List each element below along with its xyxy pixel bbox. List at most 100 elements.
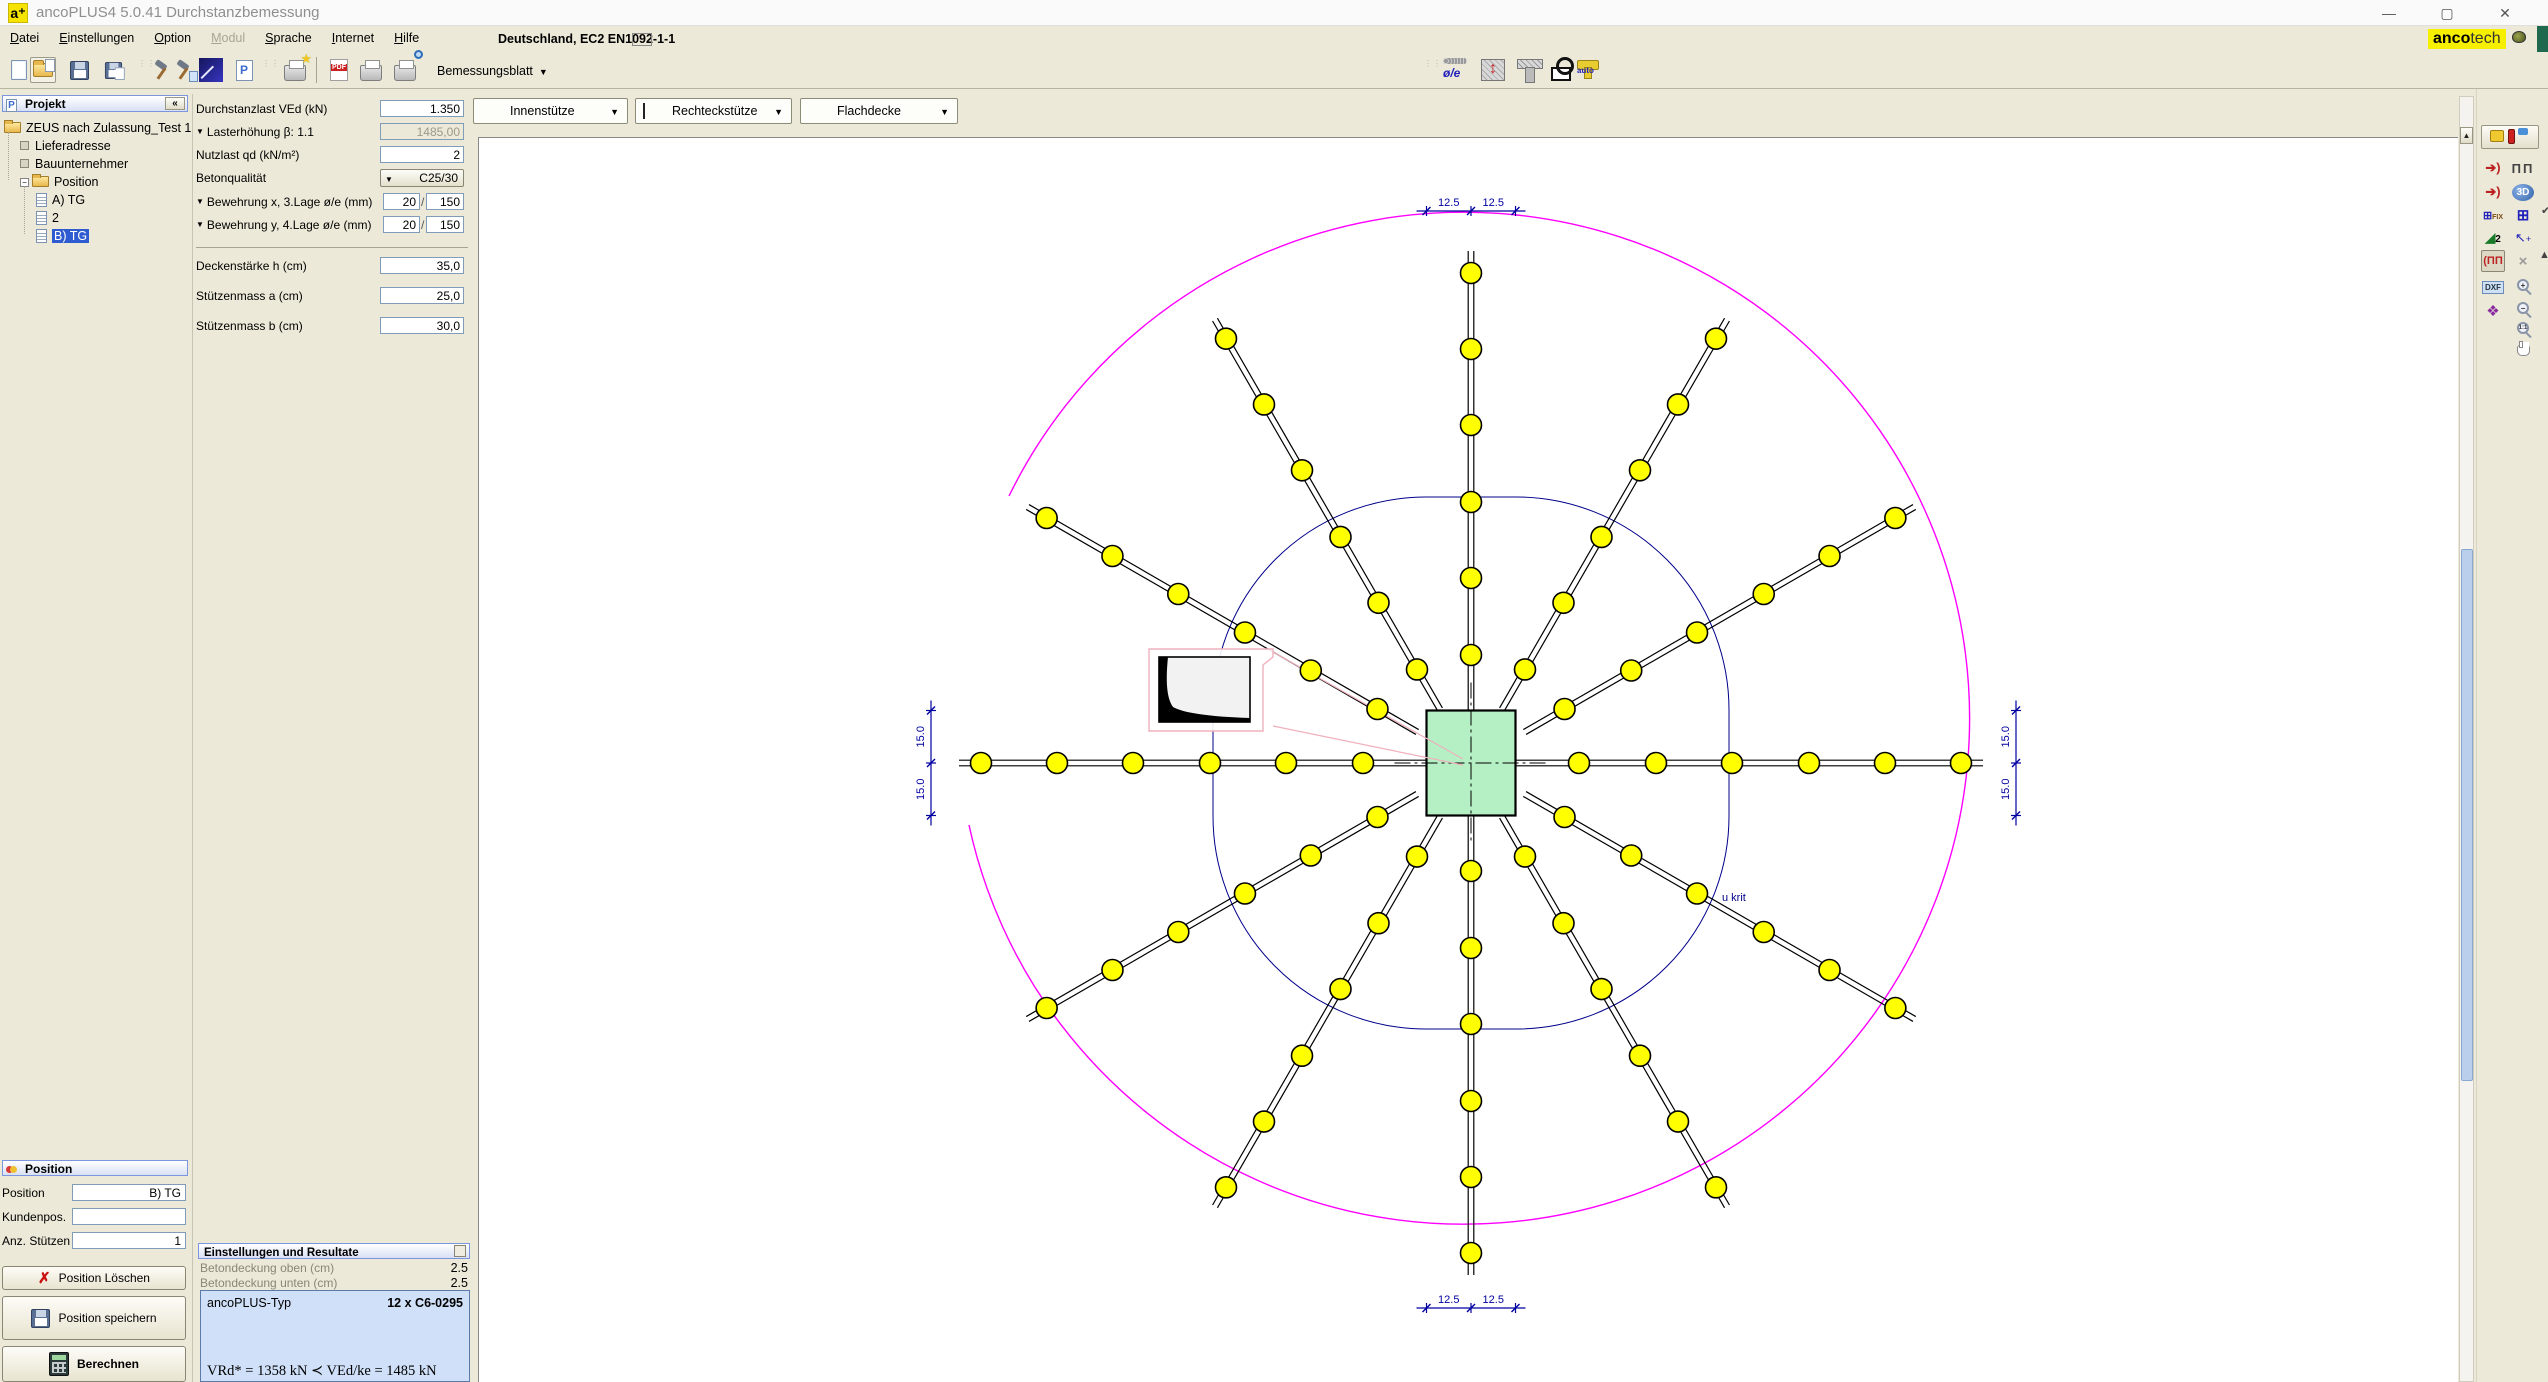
save-as-icon[interactable] [100,57,126,83]
form-input-5-dia[interactable]: 20 [383,216,420,233]
selector-rechteckstütze[interactable]: Rechteckstütze▼ [635,98,792,124]
form-input-4-spacing[interactable]: 150 [426,193,464,210]
scrollbar-thumb[interactable] [2461,549,2473,1081]
insert-rail-alt-icon[interactable]: ➔) [2481,181,2505,203]
stud [1407,846,1428,867]
stud [1461,568,1482,589]
maximize-button[interactable]: ▢ [2425,0,2469,26]
form-label-8: Stützenmass b (cm) [196,319,303,333]
print-icon[interactable] [358,57,384,83]
move-origin-icon[interactable]: ↖+ [2511,227,2535,249]
check-glyph: ✔ [2541,204,2548,217]
stud [1300,660,1321,681]
tree-item-b-tg[interactable]: B) TG [36,229,89,246]
tree-item-zeus-nach-zulassung-test-1[interactable]: ZEUS nach Zulassung_Test 1 [4,121,191,138]
menu-internet[interactable]: Internet [322,26,384,52]
column-section-icon[interactable] [1514,57,1544,83]
zoom-actual-icon[interactable]: 1:1 [2511,317,2535,339]
hammer-edit-icon[interactable] [172,57,198,83]
grid-icon[interactable]: ⊞ [2511,204,2535,226]
berechnen-button[interactable]: Berechnen [2,1346,186,1382]
rails-top-view-icon[interactable]: ΠΠ [2511,157,2535,179]
position-l-schen-button[interactable]: ✗Position Löschen [2,1266,186,1290]
p-document-icon[interactable]: P [231,57,257,83]
form-label-5[interactable]: ▼Bewehrung y, 4.Lage ø/e (mm) [196,218,371,232]
stud [1036,998,1057,1019]
menu-option[interactable]: Option [144,26,201,52]
stud [1753,922,1774,943]
slab-reinforcement-icon[interactable] [1478,57,1508,83]
open-file-icon[interactable] [30,57,56,83]
close-button[interactable]: ✕ [2483,0,2527,26]
save-icon[interactable] [66,57,92,83]
document-icon [36,229,47,243]
form-label-1[interactable]: ▼Lasterhöhung β: 1.1 [196,125,314,139]
print-star-icon[interactable]: ★ [282,57,308,83]
zoom-out-icon[interactable]: − [2511,297,2535,319]
collapse-panel-button[interactable]: « [165,97,185,110]
auto-fit-icon[interactable]: auto [1572,57,1602,83]
form-input-7[interactable]: 25,0 [380,287,464,304]
pdf-export-icon[interactable] [326,57,352,83]
vertical-scrollbar[interactable]: ▲ [2459,96,2474,1382]
dxf-export-icon[interactable]: DXF [2481,276,2505,298]
tree-item-2[interactable]: 2 [36,211,59,228]
form-input-2[interactable]: 2 [380,146,464,163]
new-document-icon[interactable] [6,57,32,83]
form-input-6[interactable]: 35,0 [380,257,464,274]
pan-hand-icon[interactable] [2511,337,2535,359]
stud-rail [1526,509,1916,734]
tree-item-bauunternehmer[interactable]: Bauunternehmer [20,157,128,174]
fix-grid-icon[interactable]: ⊞FIX [2481,204,2505,226]
scroll-up-button[interactable]: ▲ [2460,127,2473,144]
insert-rail-icon[interactable]: ➔) [2481,157,2505,179]
tree-item-lieferadresse[interactable]: Lieferadresse [20,139,111,156]
app-icon: a⁺ [8,3,28,23]
selector-flachdecke[interactable]: Flachdecke▼ [800,98,958,124]
position-speichern-button[interactable]: Position speichern [2,1296,186,1340]
form-label-4[interactable]: ▼Bewehrung x, 3.Lage ø/e (mm) [196,195,372,209]
mesh-icon[interactable]: ❖ [2481,300,2505,322]
toolbar-separator [316,57,317,83]
position-field-kundenpos-[interactable] [72,1208,186,1225]
tree-item-label: A) TG [52,193,85,207]
rail-section-icon[interactable]: (ΠΠ [2481,250,2505,272]
stud-layout-drawing[interactable]: u krit12.512.512.512.515.015.015.015.0 [479,138,2459,1382]
stud [1254,394,1275,415]
selector-label: Innenstütze [510,104,575,118]
delete-element-icon[interactable]: × [2511,250,2535,272]
menu-datei[interactable]: Datei [0,26,49,52]
stud [1591,526,1612,547]
drawing-canvas[interactable]: u krit12.512.512.512.515.015.015.015.0 [478,137,2458,1382]
position-field-anz-st-tzen[interactable]: 1 [72,1232,186,1249]
view-3d-icon[interactable]: 3D [2511,181,2535,203]
menu-sprache[interactable]: Sprache [255,26,322,52]
selector-innenstütze[interactable]: Innenstütze▼ [473,98,628,124]
stud [1875,753,1896,774]
form-input-4-dia[interactable]: 20 [383,193,420,210]
position-field-position[interactable]: B) TG [72,1184,186,1201]
results-checkbox[interactable] [454,1245,466,1257]
menu-einstellungen[interactable]: Einstellungen [49,26,144,52]
menu-modul: Modul [201,26,255,52]
bug-icon[interactable] [2512,31,2526,43]
form-divider [196,247,468,248]
tree-item-position[interactable]: −Position [20,175,98,192]
zoom-in-icon[interactable]: + [2511,274,2535,296]
sheet-dropdown[interactable]: Bemessungsblatt▼ [437,64,548,78]
form-input-5-spacing[interactable]: 150 [426,216,464,233]
tree-item-a-tg[interactable]: A) TG [36,193,85,210]
draw-tool-icon[interactable] [198,57,224,83]
form-label-6: Deckenstärke h (cm) [196,259,307,273]
print-preview-icon[interactable] [392,57,418,83]
dim-label: 12.5 [1483,197,1504,209]
form-input-0[interactable]: 1.350 [380,100,464,117]
tools-button[interactable] [2481,125,2539,149]
concrete-grade-combo[interactable]: ▼C25/30 [380,169,464,187]
menu-hilfe[interactable]: Hilfe [384,26,429,52]
stud-diameter-spacing-icon[interactable]: ø/e [1440,57,1470,83]
minimize-button[interactable]: — [2367,0,2411,26]
half-factor-icon[interactable]: ◢2 [2481,227,2505,249]
form-input-8[interactable]: 30,0 [380,317,464,334]
stud [1461,492,1482,513]
